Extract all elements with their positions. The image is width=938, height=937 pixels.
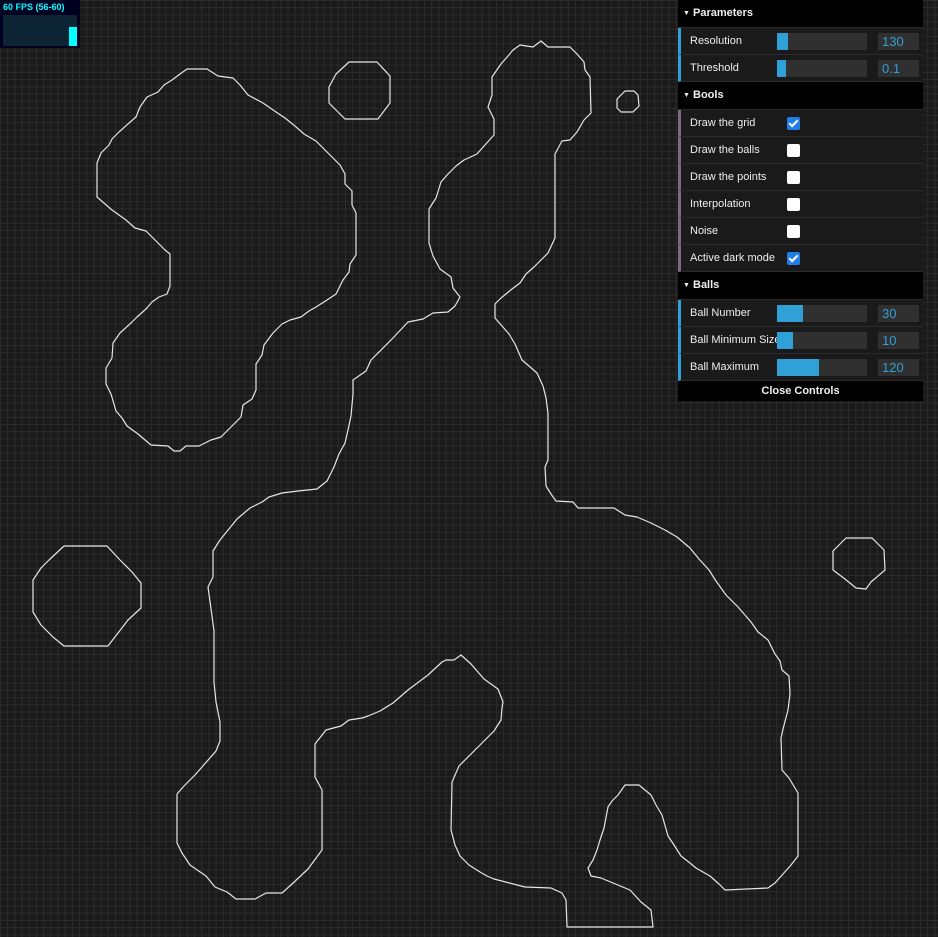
draw-points-control: Draw the points xyxy=(678,164,923,191)
resolution-label: Resolution xyxy=(690,35,742,47)
close-controls-button[interactable]: Close Controls xyxy=(678,381,923,401)
ball-number-slider-fill xyxy=(777,305,804,322)
draw-points-label: Draw the points xyxy=(690,171,767,183)
blob-right-mid xyxy=(832,537,886,590)
draw-grid-control: Draw the grid xyxy=(678,110,923,137)
resolution-slider[interactable] xyxy=(777,33,867,50)
caret-down-icon: ▼ xyxy=(683,10,690,17)
noise-label: Noise xyxy=(690,225,719,237)
ball-max-slider-fill xyxy=(777,359,820,376)
blob-small-top xyxy=(328,61,391,120)
draw-balls-checkbox[interactable] xyxy=(787,144,800,157)
folder-bools[interactable]: ▼ Bools xyxy=(678,82,923,110)
draw-grid-label: Draw the grid xyxy=(690,117,756,129)
ball-min-size-control: Ball Minimum Size 10 xyxy=(678,327,923,354)
draw-balls-label: Draw the balls xyxy=(690,144,760,156)
blob-left-mid xyxy=(32,545,142,647)
controls-panel: ▼ Parameters Resolution 130 Threshold 0.1… xyxy=(678,0,923,401)
resolution-control: Resolution 130 xyxy=(678,28,923,55)
ball-number-input[interactable]: 30 xyxy=(878,305,919,322)
ball-max-label: Ball Maximum xyxy=(690,361,760,373)
folder-bools-title: Bools xyxy=(693,89,724,101)
ball-max-slider[interactable] xyxy=(777,359,867,376)
interpolation-label: Interpolation xyxy=(690,198,751,210)
ball-min-size-slider-fill xyxy=(777,332,794,349)
ball-min-size-slider[interactable] xyxy=(777,332,867,349)
threshold-slider-fill xyxy=(777,60,786,77)
ball-number-slider[interactable] xyxy=(777,305,867,322)
draw-grid-checkbox[interactable] xyxy=(787,117,800,130)
fps-bar xyxy=(69,27,77,46)
threshold-label: Threshold xyxy=(690,62,739,74)
dark-mode-checkbox[interactable] xyxy=(787,252,800,265)
ball-number-control: Ball Number 30 xyxy=(678,300,923,327)
folder-balls-title: Balls xyxy=(693,279,720,291)
ball-number-label: Ball Number xyxy=(690,307,751,319)
noise-control: Noise xyxy=(678,218,923,245)
folder-balls[interactable]: ▼ Balls xyxy=(678,272,923,300)
dark-mode-label: Active dark mode xyxy=(690,252,775,264)
dark-mode-control: Active dark mode xyxy=(678,245,923,272)
threshold-input[interactable]: 0.1 xyxy=(878,60,919,77)
blob-left-top xyxy=(96,68,357,452)
fps-graph xyxy=(3,15,77,46)
draw-points-checkbox[interactable] xyxy=(787,171,800,184)
draw-balls-control: Draw the balls xyxy=(678,137,923,164)
blob-tiny-top xyxy=(616,90,640,113)
ball-min-size-input[interactable]: 10 xyxy=(878,332,919,349)
threshold-slider[interactable] xyxy=(777,60,867,77)
caret-down-icon: ▼ xyxy=(683,92,690,99)
interpolation-control: Interpolation xyxy=(678,191,923,218)
fps-text: 60 FPS (56-60) xyxy=(3,2,65,12)
ball-max-control: Ball Maximum 120 xyxy=(678,354,923,381)
resolution-slider-fill xyxy=(777,33,788,50)
caret-down-icon: ▼ xyxy=(683,282,690,289)
ball-min-size-label: Ball Minimum Size xyxy=(690,334,781,346)
resolution-input[interactable]: 130 xyxy=(878,33,919,50)
folder-parameters-title: Parameters xyxy=(693,7,753,19)
noise-checkbox[interactable] xyxy=(787,225,800,238)
fps-stats-panel[interactable]: 60 FPS (56-60) xyxy=(0,0,80,48)
folder-parameters[interactable]: ▼ Parameters xyxy=(678,0,923,28)
interpolation-checkbox[interactable] xyxy=(787,198,800,211)
threshold-control: Threshold 0.1 xyxy=(678,55,923,82)
ball-max-input[interactable]: 120 xyxy=(878,359,919,376)
